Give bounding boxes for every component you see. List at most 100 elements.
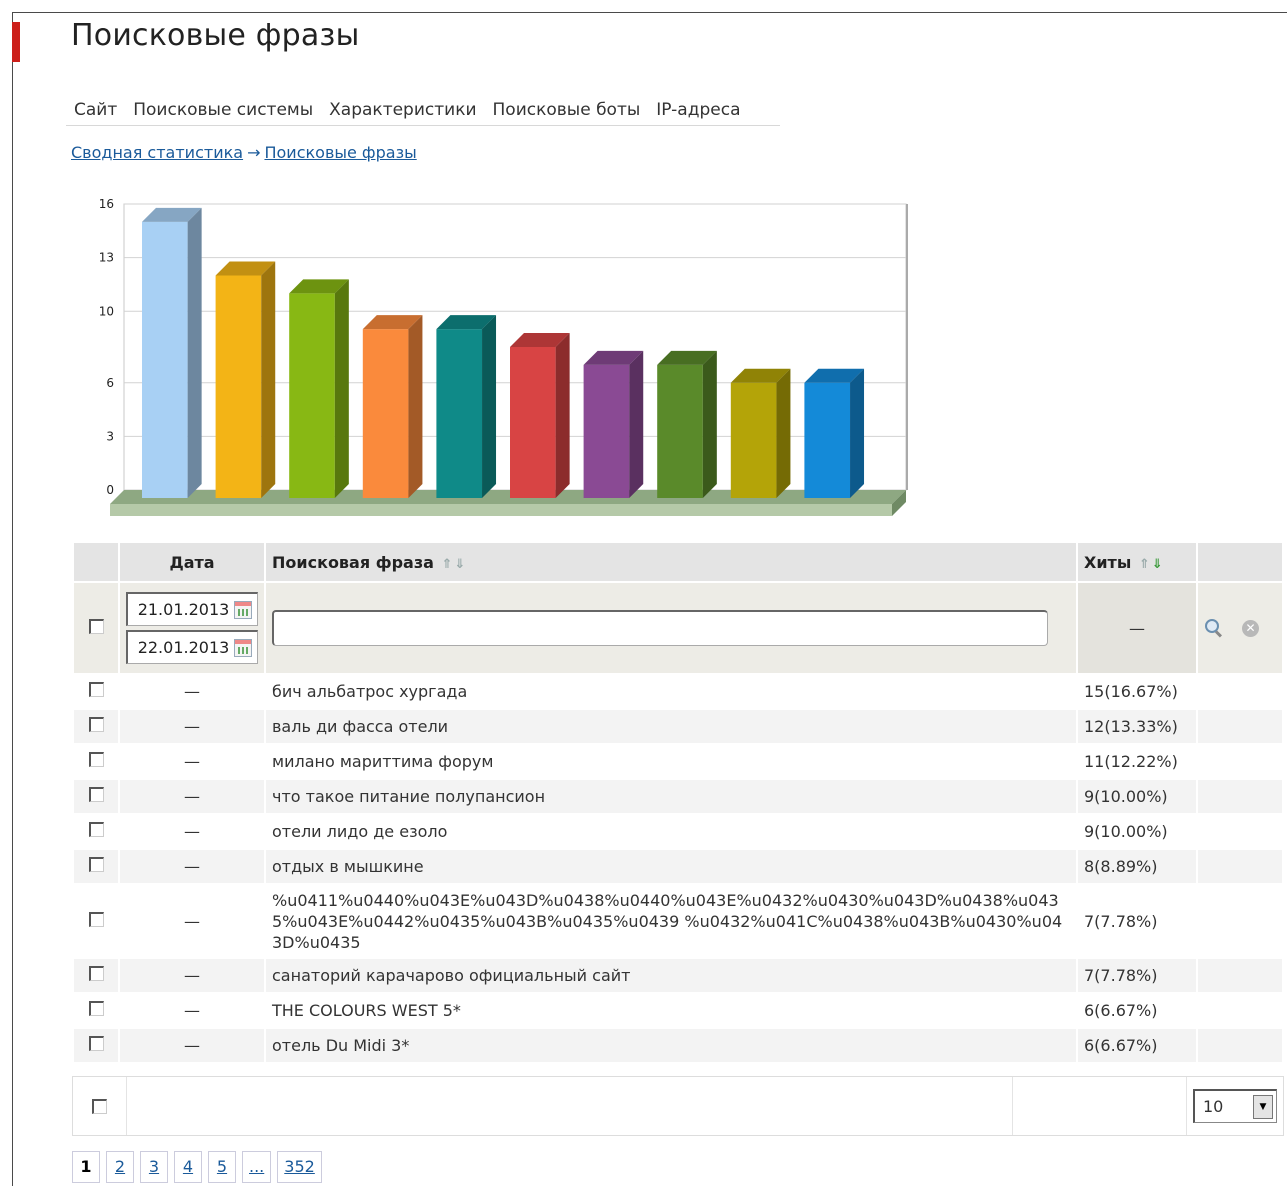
row-date: — — [118, 778, 266, 815]
tab-site[interactable]: Сайт — [66, 96, 125, 125]
row-checkbox-cell — [72, 883, 120, 959]
hits-sort-desc-icon[interactable]: ⇓ — [1152, 557, 1163, 572]
header-actions-col — [1196, 541, 1284, 583]
bar-front — [362, 329, 409, 498]
row-phrase-cell: отдых в мышкине — [264, 848, 1078, 885]
title-accent-bar — [12, 22, 20, 62]
select-all-checkbox[interactable] — [88, 618, 104, 634]
date-from-field[interactable]: 21.01.2013 — [126, 592, 258, 626]
bar-side — [261, 261, 276, 498]
footer-actions-area — [127, 1077, 1013, 1135]
row-checkbox-cell — [72, 1027, 120, 1064]
page-link-4[interactable]: 4 — [174, 1151, 202, 1183]
row-phrase: что такое питание полупансион — [272, 787, 546, 806]
sort-asc-icon[interactable]: ⇑ — [442, 557, 453, 572]
row-actions — [1196, 992, 1284, 1029]
bar — [730, 368, 791, 498]
y-tick-label: 6 — [106, 376, 114, 390]
calendar-icon[interactable] — [234, 638, 252, 657]
bar-front — [289, 293, 335, 498]
breadcrumb-summary-link[interactable]: Сводная статистика — [71, 143, 243, 162]
bar — [142, 207, 202, 498]
footer-checkbox-cell — [73, 1077, 127, 1135]
bar — [510, 333, 570, 498]
table-row: — отель Du Midi 3* 6(6.67%) — [72, 1027, 1284, 1064]
row-hits: 11(12.22%) — [1076, 743, 1198, 780]
hits-filter-placeholder: — — [1129, 618, 1145, 638]
page-link-3[interactable]: 3 — [140, 1151, 168, 1183]
row-checkbox[interactable] — [88, 787, 104, 802]
table-row: — отели лидо де езоло 9(10.00%) — [72, 813, 1284, 850]
sort-desc-icon[interactable]: ⇓ — [454, 557, 465, 572]
row-checkbox[interactable] — [88, 752, 104, 767]
row-hits: 7(7.78%) — [1076, 883, 1198, 959]
filter-hits-cell: — — [1076, 581, 1198, 675]
phrases-table: Дата Поисковая фраза ⇑ ⇓ Хиты ⇑ ⇓ 21.01.20… — [72, 541, 1284, 1064]
row-checkbox[interactable] — [88, 911, 104, 927]
row-checkbox[interactable] — [88, 822, 104, 837]
page-link-352[interactable]: 352 — [277, 1151, 322, 1183]
row-checkbox-cell — [72, 708, 120, 745]
search-icon[interactable] — [1204, 618, 1224, 638]
tab-search-bots[interactable]: Поисковые боты — [485, 96, 649, 125]
row-checkbox-cell — [72, 957, 120, 994]
per-page-wrap: 10 ▼ — [1187, 1089, 1283, 1123]
tab-search-engines[interactable]: Поисковые системы — [125, 96, 321, 125]
row-phrase: валь ди фасса отели — [272, 717, 449, 736]
y-tick-label: 3 — [106, 429, 114, 443]
row-checkbox-cell — [72, 992, 120, 1029]
row-date: — — [118, 1027, 266, 1064]
row-hits: 12(13.33%) — [1076, 708, 1198, 745]
row-checkbox[interactable] — [88, 1001, 104, 1016]
page-ellipsis[interactable]: ... — [242, 1151, 272, 1183]
page-link-2[interactable]: 2 — [106, 1151, 134, 1183]
header-hits: Хиты ⇑ ⇓ — [1076, 541, 1198, 583]
bar-front — [215, 275, 262, 498]
row-date: — — [118, 673, 266, 710]
phrase-filter-input[interactable] — [272, 610, 1048, 646]
page-link-1[interactable]: 1 — [72, 1151, 100, 1183]
date-to-field[interactable]: 22.01.2013 — [126, 630, 258, 664]
breadcrumb-phrases-link[interactable]: Поисковые фразы — [264, 143, 416, 162]
breadcrumb-arrow-icon: → — [247, 143, 261, 162]
calendar-icon[interactable] — [234, 600, 252, 619]
footer-select-all-checkbox[interactable] — [92, 1098, 107, 1114]
row-checkbox[interactable] — [88, 857, 104, 872]
filter-phrase-cell — [264, 581, 1078, 675]
row-phrase: отели лидо де езоло — [272, 822, 448, 841]
dropdown-arrow-icon[interactable]: ▼ — [1253, 1094, 1273, 1119]
page-link-5[interactable]: 5 — [208, 1151, 236, 1183]
chart-svg: 0 3 6 10 13 16 — [99, 197, 908, 516]
hits-sort-asc-icon[interactable]: ⇑ — [1139, 557, 1150, 572]
bar-front — [510, 347, 556, 498]
row-phrase-cell: %u0411%u0440%u043E%u043D%u0438%u0440%u04… — [264, 883, 1078, 959]
footer-spacer — [1013, 1077, 1187, 1135]
row-checkbox[interactable] — [88, 717, 104, 732]
y-tick-label: 0 — [106, 483, 114, 497]
row-actions — [1196, 673, 1284, 710]
row-phrase-cell: милано мариттима форум — [264, 743, 1078, 780]
row-checkbox[interactable] — [88, 1036, 104, 1051]
row-phrase-cell: отель Du Midi 3* — [264, 1027, 1078, 1064]
row-phrase: бич альбатрос хургада — [272, 682, 468, 701]
table-header-row: Дата Поисковая фраза ⇑ ⇓ Хиты ⇑ ⇓ — [72, 541, 1284, 583]
row-actions — [1196, 883, 1284, 959]
header-date-label: Дата — [169, 552, 215, 572]
bar-chart: 0 3 6 10 13 16 — [80, 190, 920, 530]
row-checkbox[interactable] — [88, 682, 104, 697]
row-phrase: милано мариттима форум — [272, 752, 494, 771]
row-hits: 8(8.89%) — [1076, 848, 1198, 885]
bar-front — [804, 382, 851, 498]
table-body: — бич альбатрос хургада 15(16.67%) — валь ди… — [72, 673, 1284, 1064]
per-page-value: 10 — [1203, 1097, 1224, 1116]
close-icon[interactable]: ✕ — [1242, 619, 1259, 637]
row-phrase-cell: санаторий карачарово официальный сайт — [264, 957, 1078, 994]
filter-date-cell: 21.01.2013 22.01.2013 — [118, 581, 266, 675]
tab-characteristics[interactable]: Характеристики — [321, 96, 484, 125]
row-checkbox-cell — [72, 848, 120, 885]
row-checkbox[interactable] — [88, 966, 104, 981]
bar — [289, 279, 349, 498]
tab-ip-addresses[interactable]: IP-адреса — [648, 96, 748, 125]
per-page-select[interactable]: 10 ▼ — [1193, 1089, 1277, 1123]
bar-side — [187, 207, 202, 498]
